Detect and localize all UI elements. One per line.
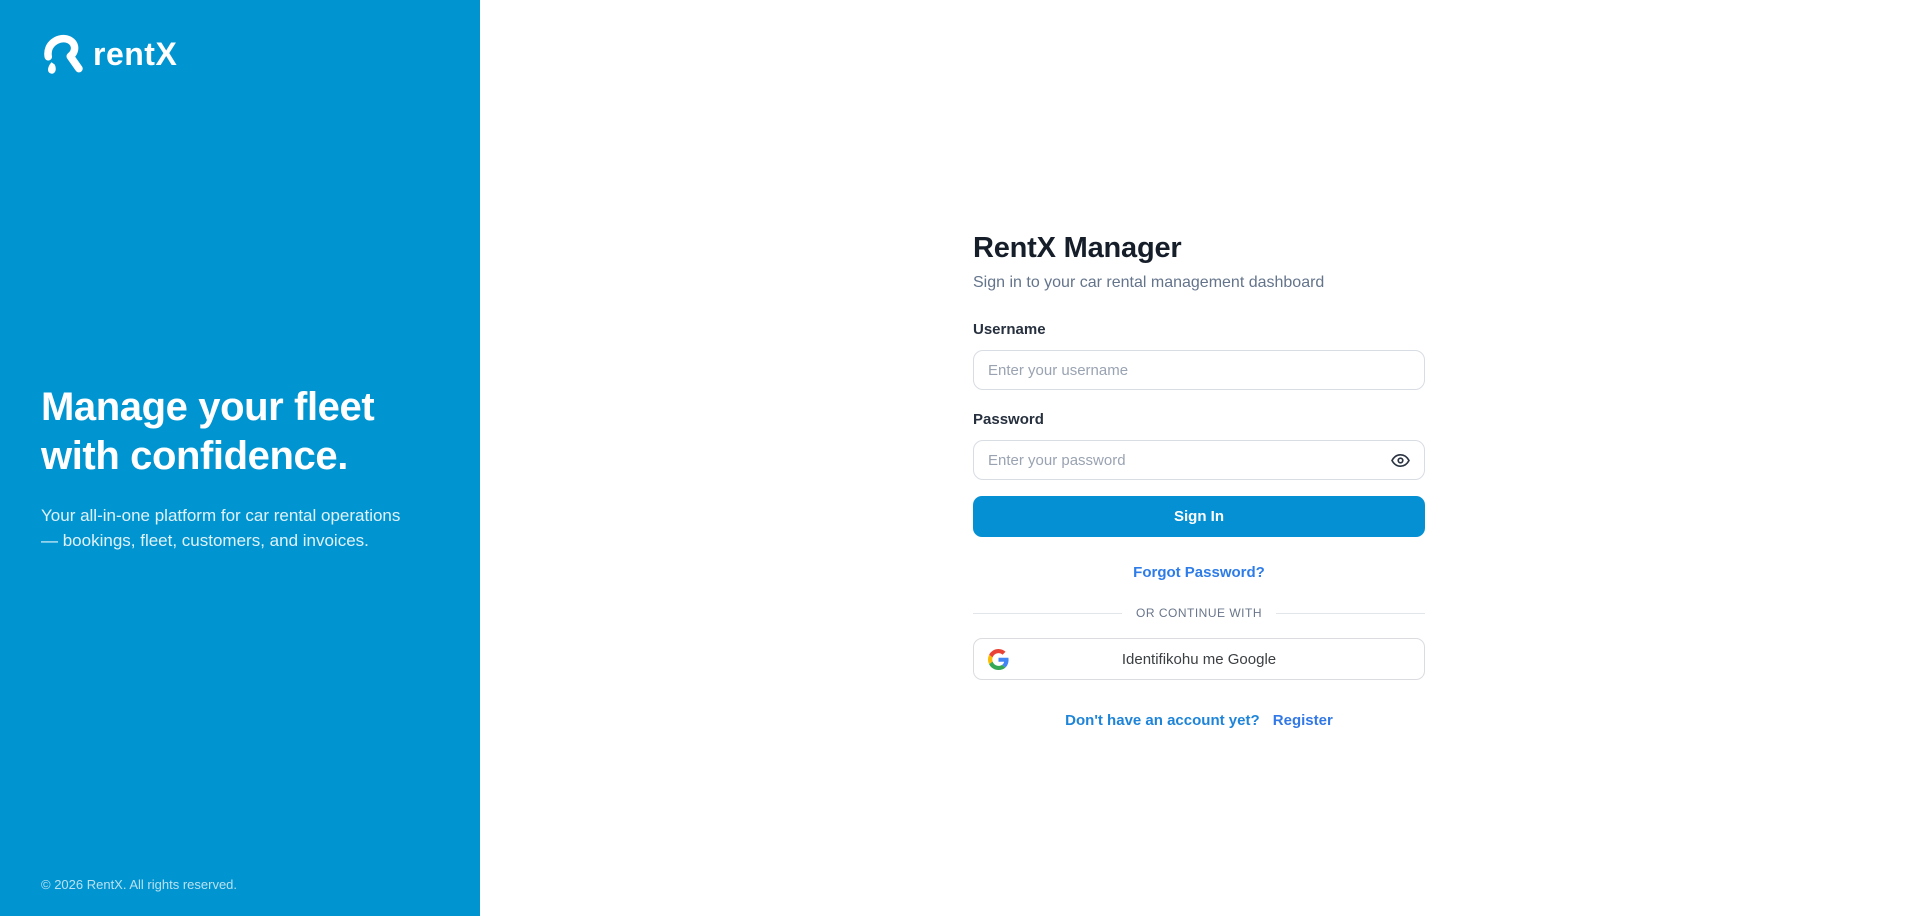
- or-continue-divider: OR CONTINUE WITH: [973, 606, 1425, 620]
- username-field-group: Username: [973, 321, 1425, 390]
- password-input[interactable]: [973, 440, 1425, 480]
- logo-text: rentX: [93, 36, 177, 73]
- login-panel: RentX Manager Sign in to your car rental…: [480, 0, 1918, 916]
- rentx-logo-icon: [40, 32, 84, 76]
- divider-label: OR CONTINUE WITH: [1136, 606, 1262, 620]
- register-link[interactable]: Register: [1273, 712, 1333, 729]
- headline: Manage your fleet with confidence.: [41, 383, 433, 481]
- login-card: RentX Manager Sign in to your car rental…: [973, 232, 1425, 729]
- logo: rentX: [40, 32, 177, 76]
- divider-line: [973, 613, 1122, 614]
- register-row: Don't have an account yet? Register: [973, 712, 1425, 729]
- password-field-group: Password: [973, 411, 1425, 480]
- login-page: rentX Manage your fleet with confidence.…: [0, 0, 1918, 916]
- register-question: Don't have an account yet?: [1065, 712, 1259, 729]
- headline-line-2: with confidence.: [41, 432, 433, 481]
- password-label: Password: [973, 411, 1425, 428]
- headline-line-1: Manage your fleet: [41, 383, 433, 432]
- google-sign-in-button[interactable]: Identifikohu me Google: [973, 638, 1425, 680]
- username-input[interactable]: [973, 350, 1425, 390]
- sidebar-copy: Manage your fleet with confidence. Your …: [41, 383, 433, 553]
- google-icon: [988, 649, 1009, 670]
- forgot-password-link[interactable]: Forgot Password?: [1133, 564, 1265, 581]
- toggle-password-visibility-button[interactable]: [1388, 448, 1412, 472]
- tagline: Your all-in-one platform for car rental …: [41, 503, 419, 553]
- eye-icon: [1390, 450, 1411, 471]
- copyright: © 2026 RentX. All rights reserved.: [41, 877, 237, 892]
- brand-sidebar: rentX Manage your fleet with confidence.…: [0, 0, 480, 916]
- divider-line: [1276, 613, 1425, 614]
- page-subtitle: Sign in to your car rental management da…: [973, 274, 1425, 292]
- forgot-password-row: Forgot Password?: [973, 564, 1425, 582]
- google-button-label: Identifikohu me Google: [1122, 651, 1276, 668]
- sign-in-button[interactable]: Sign In: [973, 496, 1425, 537]
- password-input-wrap: [973, 440, 1425, 480]
- username-label: Username: [973, 321, 1425, 338]
- page-title: RentX Manager: [973, 232, 1425, 265]
